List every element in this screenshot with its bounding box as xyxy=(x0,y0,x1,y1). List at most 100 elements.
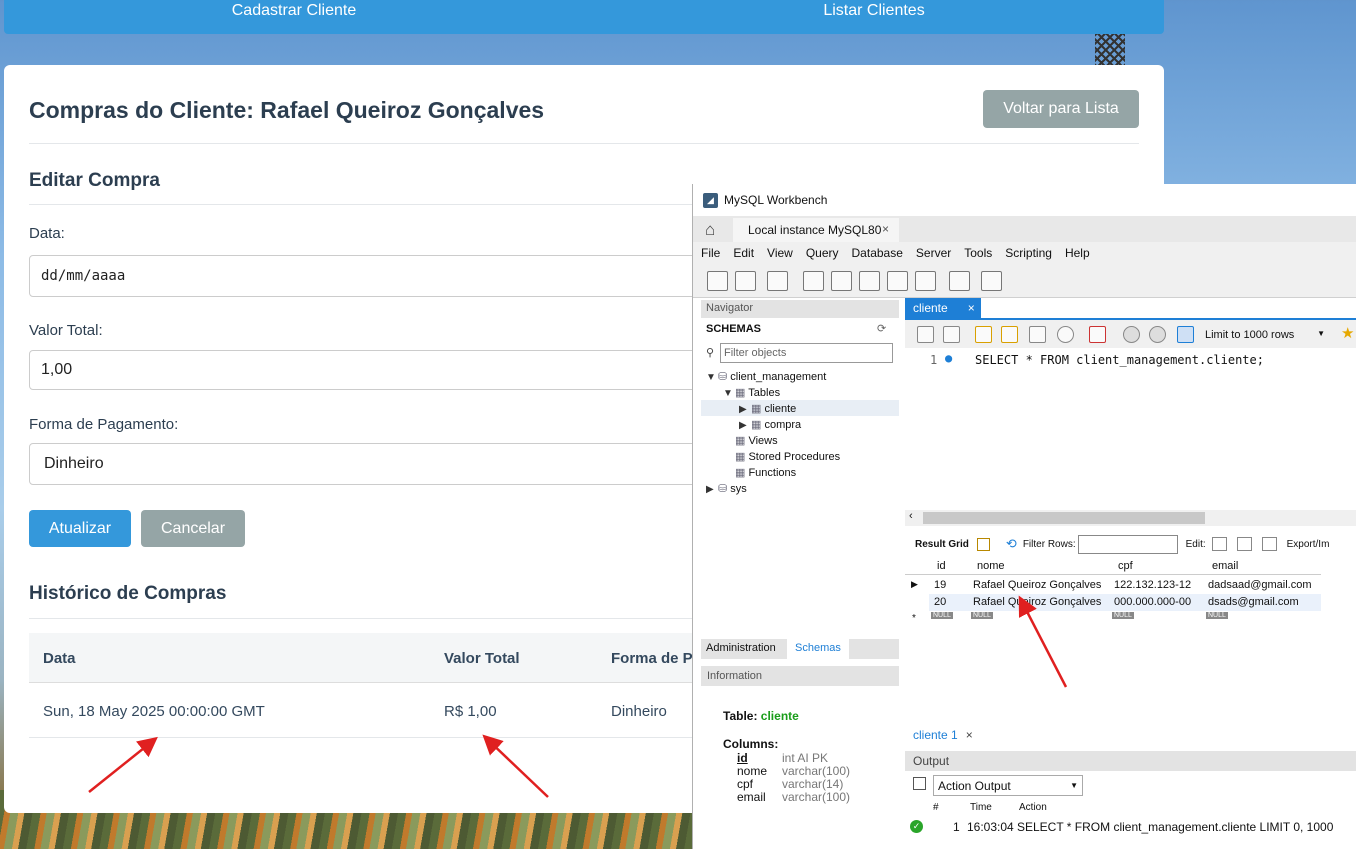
cell-id[interactable]: 19 xyxy=(934,579,946,591)
rollback-icon[interactable] xyxy=(1149,326,1166,343)
output-action: SELECT * FROM client_management.cliente … xyxy=(1017,820,1334,834)
col-forma-pagamento: Forma de P xyxy=(611,650,693,667)
menu-view[interactable]: View xyxy=(767,246,793,260)
output-col-time: Time xyxy=(970,802,992,813)
edit-label: Edit: xyxy=(1185,538,1206,550)
home-icon[interactable]: ⌂ xyxy=(705,220,715,240)
cell-nome[interactable]: Rafael Queiroz Gonçalves xyxy=(973,596,1101,608)
table-node-cliente[interactable]: ▶ ▦ cliente xyxy=(701,400,899,416)
refresh-icon[interactable]: ⟳ xyxy=(877,322,886,335)
search-table-data-icon[interactable] xyxy=(949,271,970,291)
create-table-icon[interactable] xyxy=(831,271,852,291)
back-to-list-button[interactable]: Voltar para Lista xyxy=(983,90,1139,128)
cell-cpf[interactable]: 122.132.123-12 xyxy=(1114,579,1191,591)
total-label: Valor Total: xyxy=(29,322,103,339)
result-grid-label[interactable]: Result Grid xyxy=(915,539,969,550)
execute-icon[interactable] xyxy=(975,326,992,343)
save-icon[interactable] xyxy=(943,326,960,343)
add-row-icon[interactable] xyxy=(1236,537,1252,551)
close-icon[interactable]: × xyxy=(968,301,975,315)
star-icon[interactable]: ★ xyxy=(1341,324,1354,342)
expand-icon[interactable]: ▶ xyxy=(739,420,751,431)
update-button[interactable]: Atualizar xyxy=(29,510,131,547)
tables-node[interactable]: ▼ ▦ Tables xyxy=(723,386,780,399)
reconnect-icon[interactable] xyxy=(981,271,1002,291)
commit-icon[interactable] xyxy=(1123,326,1140,343)
copy-icon[interactable] xyxy=(913,777,926,790)
menu-scripting[interactable]: Scripting xyxy=(1005,246,1052,260)
expand-icon[interactable]: ▼ xyxy=(706,372,718,383)
table-node-compra[interactable]: ▶ ▦ compra xyxy=(739,418,801,431)
result-tab-label: cliente 1 xyxy=(913,728,958,742)
output-header: Output xyxy=(905,751,1356,771)
history-section-title: Histórico de Compras xyxy=(29,583,227,604)
create-schema-icon[interactable] xyxy=(803,271,824,291)
database-icon: ⛁ xyxy=(718,483,731,495)
delete-row-icon[interactable] xyxy=(1261,537,1277,551)
grid-layout-icon[interactable] xyxy=(976,537,990,551)
menu-edit[interactable]: Edit xyxy=(733,246,754,260)
nav-cadastrar-cliente[interactable]: Cadastrar Cliente xyxy=(4,0,584,34)
table-row[interactable]: 20 Rafael Queiroz Gonçalves 000.000.000-… xyxy=(929,594,1321,611)
tab-administration[interactable]: Administration xyxy=(706,642,776,654)
create-view-icon[interactable] xyxy=(859,271,880,291)
new-sql-tab-icon[interactable] xyxy=(707,271,728,291)
toggle-error-icon[interactable] xyxy=(1089,326,1106,343)
export-label[interactable]: Export/Im xyxy=(1287,539,1330,550)
stored-procedures-node[interactable]: ▦ Stored Procedures xyxy=(735,450,840,463)
cell-cpf[interactable]: 000.000.000-00 xyxy=(1114,596,1191,608)
sql-editor[interactable]: 1 ● SELECT * FROM client_management.clie… xyxy=(905,348,1356,510)
menu-tools[interactable]: Tools xyxy=(964,246,992,260)
menu-database[interactable]: Database xyxy=(852,246,903,260)
create-procedure-icon[interactable] xyxy=(887,271,908,291)
connection-tab[interactable]: Local instance MySQL80 × xyxy=(733,218,899,242)
schema-client-management[interactable]: ▼ ⛁ client_management xyxy=(706,370,826,383)
stop-icon[interactable] xyxy=(1057,326,1074,343)
editor-scrollbar[interactable]: ‹ xyxy=(905,510,1356,526)
cell-email[interactable]: dadsaad@gmail.com xyxy=(1208,579,1312,591)
line-number: 1 xyxy=(930,353,938,367)
explain-icon[interactable] xyxy=(1029,326,1046,343)
schema-sys[interactable]: ▶ ⛁ sys xyxy=(706,482,747,495)
menu-server[interactable]: Server xyxy=(916,246,951,260)
views-label: Views xyxy=(748,435,778,447)
nav-listar-clientes[interactable]: Listar Clientes xyxy=(584,0,1164,34)
query-tab-cliente[interactable]: cliente × xyxy=(905,298,981,318)
functions-node[interactable]: ▦ Functions xyxy=(735,466,796,479)
filter-objects-input[interactable]: Filter objects xyxy=(720,343,893,363)
filter-rows-input[interactable] xyxy=(1077,534,1178,554)
tables-label: Tables xyxy=(748,387,781,399)
cell-email[interactable]: dsads@gmail.com xyxy=(1208,596,1299,608)
cell-nome[interactable]: Rafael Queiroz Gonçalves xyxy=(973,579,1101,591)
menu-query[interactable]: Query xyxy=(806,246,839,260)
cancel-button[interactable]: Cancelar xyxy=(141,510,245,547)
scrollbar-thumb[interactable] xyxy=(923,512,1205,524)
tab-schemas[interactable]: Schemas xyxy=(787,639,849,659)
expand-icon[interactable]: ▶ xyxy=(739,404,751,415)
expand-icon[interactable]: ▼ xyxy=(723,388,735,399)
expand-icon[interactable]: ▶ xyxy=(706,484,718,495)
open-sql-script-icon[interactable] xyxy=(735,271,756,291)
autocommit-icon[interactable] xyxy=(1177,326,1194,343)
execute-current-icon[interactable] xyxy=(1001,326,1018,343)
create-function-icon[interactable] xyxy=(915,271,936,291)
output-type-label: Action Output xyxy=(938,779,1011,793)
output-type-select[interactable]: Action Output ▼ xyxy=(933,775,1083,796)
menu-help[interactable]: Help xyxy=(1065,246,1090,260)
close-icon[interactable]: × xyxy=(882,222,889,236)
new-row[interactable]: * NULL NULL NULL NULL xyxy=(905,611,1321,625)
cell-id[interactable]: 20 xyxy=(934,596,946,608)
close-icon[interactable]: × xyxy=(966,728,973,742)
table-row[interactable]: ▶ 19 Rafael Queiroz Gonçalves 122.132.12… xyxy=(905,577,1321,594)
null-badge: NULL xyxy=(931,612,953,619)
open-file-icon[interactable] xyxy=(917,326,934,343)
result-tab[interactable]: cliente 1 × xyxy=(905,725,1005,745)
limit-rows-select[interactable]: Limit to 1000 rows ▼ xyxy=(1205,326,1329,344)
row-date: Sun, 18 May 2025 00:00:00 GMT xyxy=(43,703,265,720)
scroll-left-icon[interactable]: ‹ xyxy=(909,510,913,522)
edit-row-icon[interactable] xyxy=(1211,537,1227,551)
inspector-icon[interactable] xyxy=(767,271,788,291)
views-node[interactable]: ▦ Views xyxy=(735,434,778,447)
refresh-icon[interactable]: ⟲ xyxy=(1006,536,1017,552)
menu-file[interactable]: File xyxy=(701,246,720,260)
